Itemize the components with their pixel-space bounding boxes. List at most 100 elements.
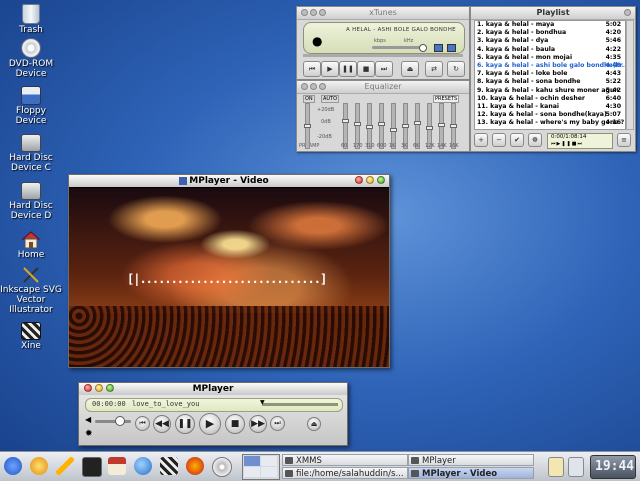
mplayer-seek-bar[interactable] <box>262 403 338 406</box>
playlist-item[interactable]: 2. kaya & helal - bondhua 4:20 <box>475 29 625 37</box>
play-button[interactable]: ▶ <box>199 413 221 435</box>
cd-icon[interactable] <box>212 457 232 477</box>
task-xmms[interactable]: XMMS <box>282 454 408 466</box>
clapper-icon[interactable] <box>160 457 178 475</box>
mplayer-titlebar[interactable]: MPlayer <box>79 383 347 395</box>
playlist-list-button[interactable]: ≡ <box>617 133 631 147</box>
playlist-item[interactable]: 9. kaya & helal - kahu shure moner agun 5… <box>475 87 625 95</box>
play-button[interactable]: ▶ <box>321 61 339 77</box>
playlist-item[interactable]: 13. kaya & helal - where's my baby gone … <box>475 119 625 127</box>
gnome-foot-icon[interactable] <box>30 457 48 475</box>
playlist-item[interactable]: 6. kaya & helal - ashi bole galo bondhe(… <box>475 62 625 70</box>
browser-globe-icon[interactable] <box>134 457 152 475</box>
close-button[interactable] <box>84 384 92 392</box>
terminal-icon[interactable] <box>82 457 102 477</box>
playlist-add-button[interactable]: + <box>474 133 488 147</box>
eq-slider-knob[interactable] <box>414 120 421 125</box>
mplayer-seek-knob[interactable]: ▼ <box>260 399 265 406</box>
wrench-icon[interactable] <box>56 457 74 475</box>
task-file-manager[interactable]: file:/home/salahuddin/s... <box>282 467 408 479</box>
stop-button[interactable]: ■ <box>225 414 245 434</box>
eq-on-button[interactable]: ON <box>303 95 315 103</box>
eq-slider-knob[interactable] <box>342 119 349 124</box>
home-folder-icon[interactable] <box>108 457 126 475</box>
playlist-remove-button[interactable]: − <box>492 133 506 147</box>
workspace-3[interactable] <box>244 467 260 477</box>
desktop-icon-xine[interactable]: Xine <box>0 322 62 351</box>
minimize-button[interactable] <box>310 9 317 16</box>
volume-knob[interactable] <box>419 44 427 52</box>
eject-button[interactable]: ⏏ <box>307 417 321 431</box>
volume-slider[interactable] <box>372 46 422 49</box>
minimize-button[interactable] <box>95 384 103 392</box>
eq-slider-knob[interactable] <box>378 121 385 126</box>
workspace-pager[interactable] <box>242 454 280 480</box>
pause-button[interactable]: ❚❚ <box>339 61 357 77</box>
workspace-2[interactable] <box>261 456 277 466</box>
desktop-icon-hdd-d[interactable]: Hard Disc Device D <box>0 182 62 221</box>
apple-menu-icon[interactable] <box>4 457 22 475</box>
playlist-item[interactable]: 7. kaya & helal - loke bole 4:43 <box>475 70 625 78</box>
desktop-icon-dvd[interactable]: DVD-ROM Device <box>0 38 62 79</box>
eq-slider-knob[interactable] <box>390 128 397 132</box>
prev-chapter-button[interactable]: ⏮ <box>135 416 150 431</box>
video-frame[interactable]: [|.............................] <box>69 188 389 367</box>
task-mplayer-video[interactable]: MPlayer - Video <box>408 467 534 479</box>
desktop-icon-floppy[interactable]: Floppy Device <box>0 86 62 126</box>
ximian-icon[interactable] <box>186 457 204 475</box>
eq-slider-knob[interactable] <box>450 124 457 128</box>
next-button[interactable]: ⏭ <box>375 61 393 77</box>
close-button[interactable] <box>355 176 363 184</box>
minimize-button[interactable] <box>366 176 374 184</box>
eject-button[interactable]: ⏏ <box>401 61 419 77</box>
eq-toggle[interactable] <box>434 44 443 52</box>
repeat-button[interactable]: ↻ <box>447 61 465 77</box>
eq-slider-knob[interactable] <box>354 122 361 127</box>
mplayer-volume-knob[interactable] <box>115 416 125 426</box>
shuffle-button[interactable]: ⇄ <box>425 61 443 77</box>
task-mplayer[interactable]: MPlayer <box>408 454 534 466</box>
pause-button[interactable]: ❚❚ <box>175 414 195 434</box>
desktop-icon-home[interactable]: Home <box>0 230 62 260</box>
rewind-button[interactable]: ◀◀ <box>153 415 171 433</box>
desktop-icon-trash[interactable]: Trash <box>0 4 62 35</box>
playlist-item[interactable]: 5. kaya & helal - mon mojai 4:35 <box>475 54 625 62</box>
minimize-button[interactable] <box>310 83 317 90</box>
playlist-toggle[interactable] <box>447 44 456 52</box>
eq-preamp-slider[interactable] <box>304 103 311 149</box>
clock[interactable]: 19:44 <box>590 455 636 479</box>
playlist-select-button[interactable]: ✔ <box>510 133 524 147</box>
eq-slider-knob[interactable] <box>402 124 409 128</box>
eq-slider-knob[interactable] <box>438 123 445 128</box>
playlist-item[interactable]: 8. kaya & helal - sona bondhe 5:22 <box>475 78 625 86</box>
settings-gear-icon[interactable]: ✹ <box>85 429 93 439</box>
eq-auto-button[interactable]: AUTO <box>321 95 340 103</box>
zoom-button[interactable] <box>377 176 385 184</box>
shade-button[interactable] <box>319 9 326 16</box>
eq-slider-knob[interactable] <box>304 124 311 128</box>
xtunes-progress-bar[interactable] <box>303 54 463 57</box>
video-titlebar[interactable]: MPlayer - Video <box>69 175 389 187</box>
playlist-misc-button[interactable]: ☸ <box>528 133 542 147</box>
playlist-item[interactable]: 10. kaya & helal - ochin desher 6:40 <box>475 95 625 103</box>
close-button[interactable] <box>301 9 308 16</box>
xtunes-titlebar[interactable]: xTunes <box>297 7 469 20</box>
playlist-item[interactable]: 3. kaya & helal - dya 5:46 <box>475 37 625 45</box>
prev-button[interactable]: ⏮ <box>303 61 321 77</box>
next-chapter-button[interactable]: ⏭ <box>270 416 285 431</box>
close-button[interactable] <box>301 83 308 90</box>
playlist-item[interactable]: 11. kaya & helal - kanai 4:30 <box>475 103 625 111</box>
playlist-scrollbar[interactable] <box>626 20 634 130</box>
eq-slider-knob[interactable] <box>366 124 373 129</box>
stop-button[interactable]: ■ <box>357 61 375 77</box>
zoom-button[interactable] <box>106 384 114 392</box>
desktop-icon-inkscape[interactable]: Inkscape SVG Vector Illustrator <box>0 266 62 315</box>
playlist-mini-controls[interactable]: ⏮▶❚❚■⏭ <box>551 141 583 147</box>
eq-slider-knob[interactable] <box>426 125 433 130</box>
close-button[interactable] <box>624 9 631 16</box>
notes-icon[interactable] <box>548 457 564 477</box>
eq-presets-button[interactable]: PRESETS <box>433 95 460 103</box>
desktop-icon-hdd-c[interactable]: Hard Disc Device C <box>0 134 62 173</box>
playlist-item[interactable]: 12. kaya & helal - sona bondhe(kaya) 5:07 <box>475 111 625 119</box>
playlist-list[interactable]: 1. kaya & helal - maya 5:02 2. kaya & hela… <box>474 20 626 130</box>
